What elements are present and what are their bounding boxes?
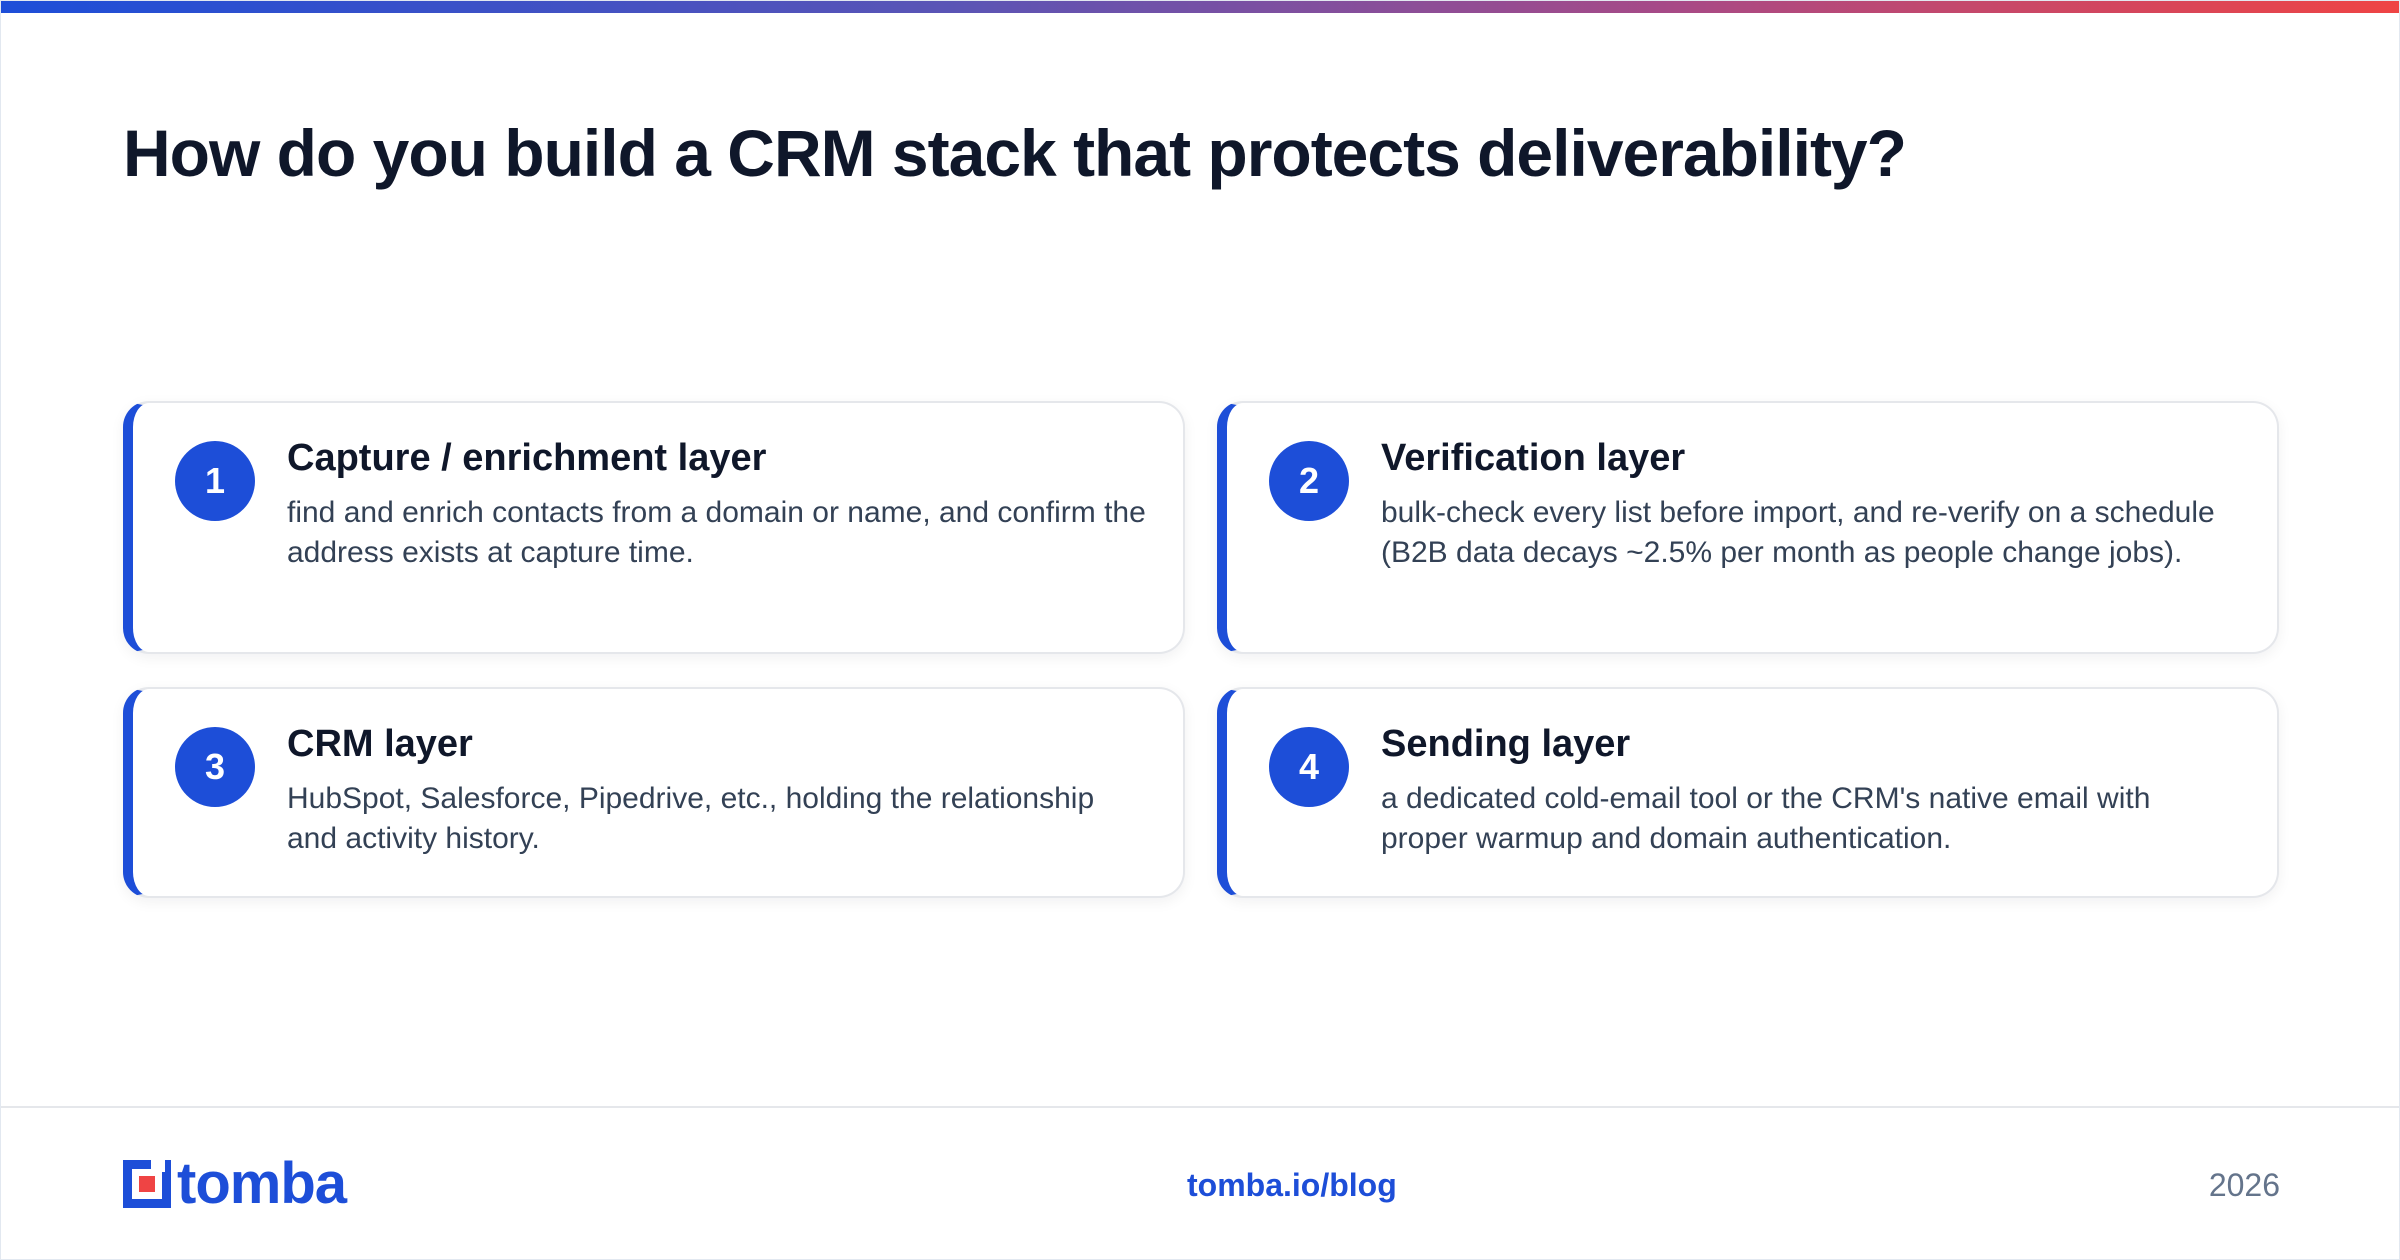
layer-card-capture: 1 Capture / enrichment layer find and en…: [123, 401, 1185, 654]
infographic-frame: How do you build a CRM stack that protec…: [0, 0, 2400, 1260]
card-title: Verification layer: [1381, 437, 1686, 479]
card-title: Sending layer: [1381, 723, 1631, 765]
card-title: CRM layer: [287, 723, 473, 765]
step-number-badge: 3: [175, 727, 255, 807]
card-title: Capture / enrichment layer: [287, 437, 767, 479]
step-number-badge: 1: [175, 441, 255, 521]
footer-year: 2026: [2208, 1167, 2280, 1203]
step-number-badge: 2: [1269, 441, 1349, 521]
layer-card-crm: 3 CRM layer HubSpot, Salesforce, Pipedri…: [123, 687, 1185, 898]
logo-wordmark: tomba: [177, 1151, 347, 1216]
footer-divider: [1, 1106, 2399, 1108]
tomba-logo-icon: [123, 1158, 171, 1208]
page-title: How do you build a CRM stack that protec…: [123, 116, 1907, 190]
tomba-logo: tomba: [123, 1151, 347, 1216]
top-gradient-bar: [1, 1, 2399, 13]
layer-card-verification: 2 Verification layer bulk-check every li…: [1217, 401, 2279, 654]
blog-link[interactable]: tomba.io/blog: [1187, 1163, 1397, 1207]
card-description: HubSpot, Salesforce, Pipedrive, etc., ho…: [287, 782, 1095, 855]
card-description: bulk-check every list before import, and…: [1381, 496, 2215, 569]
layer-card-sending: 4 Sending layer a dedicated cold-email t…: [1217, 687, 2279, 898]
step-number-badge: 4: [1269, 727, 1349, 807]
card-description: a dedicated cold-email tool or the CRM's…: [1381, 782, 2151, 855]
card-description: find and enrich contacts from a domain o…: [287, 496, 1146, 569]
